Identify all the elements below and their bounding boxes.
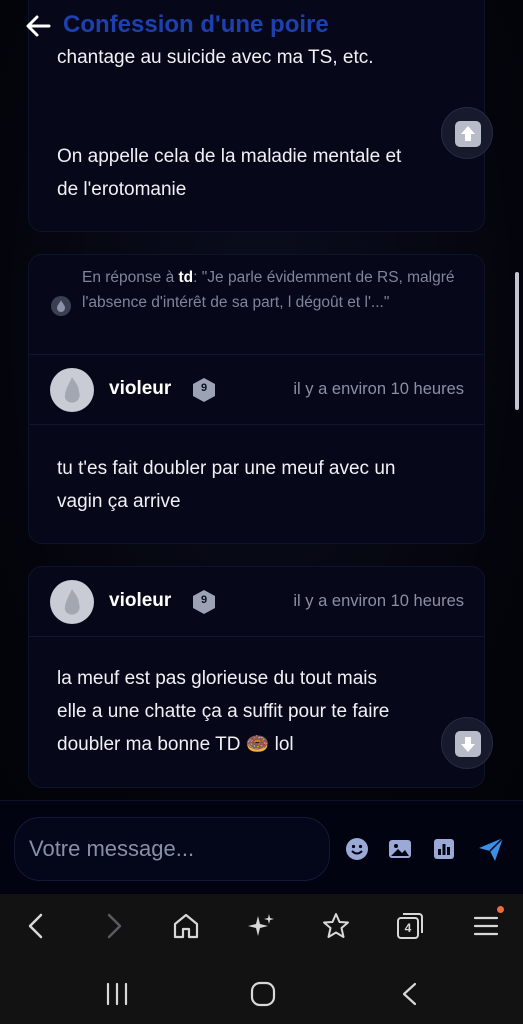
level-number: 9 [200,594,208,606]
tabs-icon[interactable]: 4 [394,910,426,942]
poll-icon[interactable] [432,837,456,861]
send-icon[interactable] [477,835,505,863]
scroll-down-button[interactable] [441,717,493,769]
chat-viewport[interactable]: chantage au suicide avec ma TS, etc. On … [0,0,523,800]
emoji-icon[interactable] [345,837,369,861]
back-button-icon[interactable] [396,980,424,1008]
message-line: elle a une chatte ça a suffit pour te fa… [57,701,390,722]
notification-dot [497,906,504,913]
message-line: vagin ça arrive [57,491,181,512]
forward-icon[interactable] [97,910,129,942]
author-row: violeur 9 il y a environ 10 heures [29,355,484,425]
author-row: violeur 9 il y a environ 10 heures [29,567,484,637]
system-nav-bar [0,962,523,1024]
level-number: 9 [200,382,208,394]
image-icon[interactable] [388,837,412,861]
pear-icon [51,296,71,316]
avatar[interactable] [50,368,94,412]
username[interactable]: violeur [109,590,171,612]
avatar[interactable] [50,580,94,624]
level-badge: 9 [192,377,216,403]
bookmark-star-icon[interactable] [320,910,352,942]
message-line: doubler ma bonne TD 🍩 lol [57,734,294,755]
tab-count: 4 [404,921,412,935]
reply-user[interactable]: td [179,269,194,286]
browser-toolbar: 4 [0,894,523,962]
message-line: On appelle cela de la maladie mentale et [57,146,402,167]
message-line: tu t'es fait doubler par une meuf avec u… [57,458,396,479]
scroll-up-button[interactable] [441,107,493,159]
recent-apps-icon[interactable] [103,980,131,1008]
timestamp: il y a environ 10 heures [293,380,464,398]
menu-icon[interactable] [470,910,502,942]
message-composer [0,800,523,894]
message-body: la meuf est pas glorieuse du tout mais e… [57,662,456,761]
message-body: chantage au suicide avec ma TS, etc. On … [57,41,456,206]
timestamp: il y a environ 10 heures [293,592,464,610]
scrollbar[interactable] [515,272,519,410]
home-icon[interactable] [170,910,202,942]
back-icon[interactable] [21,910,53,942]
message-body: tu t'es fait doubler par une meuf avec u… [57,452,456,518]
reply-quote[interactable]: En réponse à td: "Je parle évidemment de… [29,255,484,355]
message-line: de l'erotomanie [57,179,187,200]
message-line: la meuf est pas glorieuse du tout mais [57,668,378,689]
message-card: En réponse à td: "Je parle évidemment de… [28,254,485,544]
username[interactable]: violeur [109,378,171,400]
reply-prefix: En réponse à [82,269,179,286]
message-input[interactable] [14,817,330,881]
level-badge: 9 [192,589,216,615]
page-title: Confession d'une poire [63,11,329,38]
reply-text: En réponse à td: "Je parle évidemment de… [82,265,464,315]
message-card: violeur 9 il y a environ 10 heures la me… [28,566,485,788]
home-button-icon[interactable] [249,980,277,1008]
back-arrow-icon[interactable] [24,12,52,40]
top-bar: Confession d'une poire [0,0,523,52]
sparkle-icon[interactable] [245,910,277,942]
